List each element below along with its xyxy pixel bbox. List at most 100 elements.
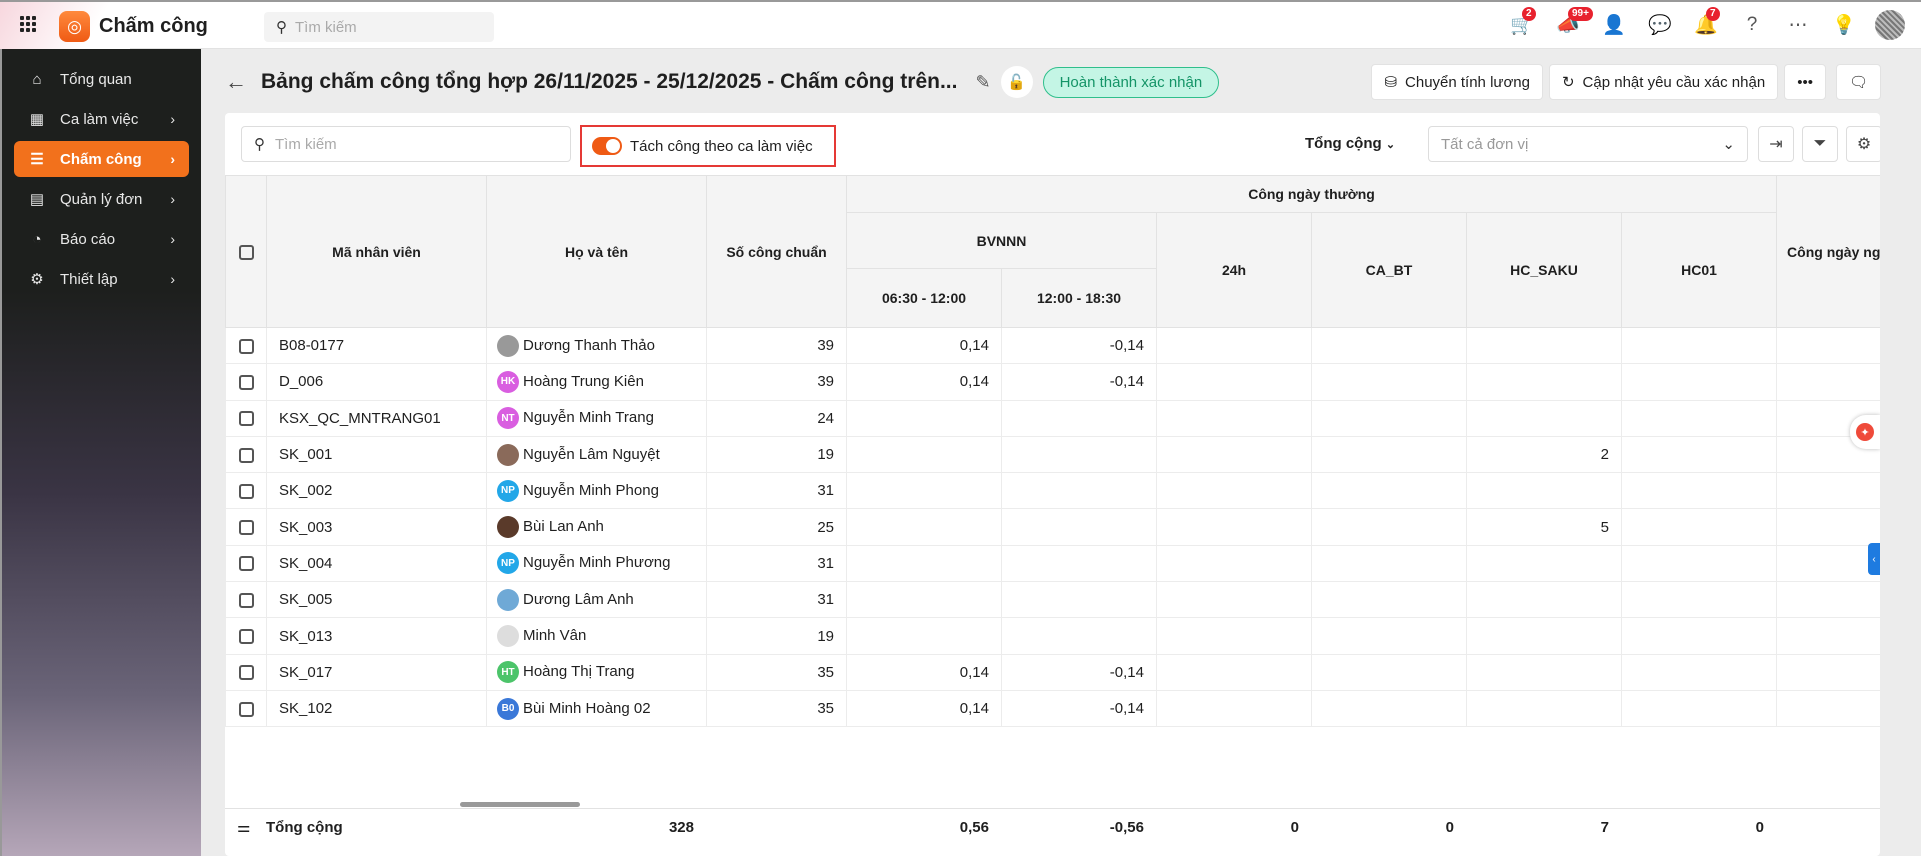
employee-name: Nguyễn Minh Phong [523,481,659,499]
work-value: 2 [1466,435,1622,474]
header-employee-code[interactable]: Mã nhân viên [266,175,487,328]
row-checkbox[interactable] [238,629,254,645]
app-grid-icon[interactable] [20,16,36,32]
header-hc-saku: HC_SAKU [1466,212,1622,328]
work-value: -0,14 [1001,363,1157,401]
work-value [1311,544,1467,583]
help-icon[interactable]: ? [1737,10,1767,40]
table-row[interactable]: SK_004 NP Nguyễn Minh Phương 31 [225,544,1880,583]
table-row[interactable]: B08-0177 Dương Thanh Thảo 39 0,14 -0,14 [225,326,1880,365]
footer-total-value: 0,56 [959,818,989,836]
back-arrow-icon[interactable]: ← [225,69,247,95]
bell-icon[interactable]: 🔔 7 [1691,7,1721,40]
row-checkbox[interactable] [238,556,254,572]
employee-name: Nguyễn Lâm Nguyệt [523,445,660,463]
assistant-button[interactable]: ✦ [1850,415,1880,449]
nav-icon: ▤ [29,191,45,208]
employee-name: Dương Lâm Anh [523,590,634,608]
row-checkbox[interactable] [238,665,254,681]
row-checkbox[interactable] [238,483,254,499]
total-dropdown[interactable]: Tổng cộng ⌄ [1305,135,1395,152]
header-standard-days[interactable]: Số công chuẩn [706,175,847,328]
work-value: -0,14 [1001,689,1157,728]
table-row[interactable]: SK_013 Minh Vân 19 [225,617,1880,655]
columns-adjust-icon[interactable]: ⚌ [237,818,250,836]
page-header: ← Bảng chấm công tổng hợp 26/11/2025 - 2… [225,64,1881,100]
standard-days: 39 [706,363,847,401]
table-row[interactable]: SK_005 Dương Lâm Anh 31 [225,581,1880,619]
row-checkbox[interactable] [238,447,254,463]
table-row[interactable]: SK_017 HT Hoàng Thị Trang 35 0,14 -0,14 [225,653,1880,691]
comment-icon[interactable]: 🗨 [1835,64,1881,100]
employee-code: SK_017 [266,653,487,691]
table-row[interactable]: SK_003 Bùi Lan Anh 25 5 [225,508,1880,546]
sidebar-item-2[interactable]: ☰ Chấm công › [14,141,189,177]
row-checkbox[interactable] [238,374,254,390]
megaphone-icon[interactable]: 📣 99+ [1553,7,1593,40]
row-checkbox[interactable] [238,411,254,427]
work-value [1620,363,1778,401]
work-value [1620,399,1778,437]
row-select-cell [225,399,267,437]
header-hc01: HC01 [1620,212,1778,328]
work-value [1311,435,1467,474]
horizontal-scrollbar[interactable] [460,802,580,807]
row-checkbox[interactable] [238,701,254,717]
transfer-payroll-button[interactable]: ⛁ Chuyển tính lương [1371,64,1543,100]
header-name[interactable]: Họ và tên [486,175,707,328]
table-search-input[interactable]: ⚲ Tìm kiếm [241,126,571,162]
unit-select[interactable]: Tất cả đơn vị ⌄ [1428,126,1748,162]
sidebar-item-4[interactable]: ◔ Báo cáo › [14,221,189,257]
chat-icon[interactable]: 💬 [1645,10,1675,40]
add-user-icon[interactable]: 👤 [1599,10,1629,40]
toggle-switch[interactable] [592,137,622,155]
work-value [846,472,1002,510]
avatar [497,516,519,539]
work-value [1156,363,1312,401]
transfer-payroll-label: Chuyển tính lương [1405,73,1530,91]
split-by-shift-toggle[interactable]: Tách công theo ca làm việc [580,125,836,167]
table-row[interactable]: SK_102 B0 Bùi Minh Hoàng 02 35 0,14 -0,14 [225,689,1880,728]
pencil-icon[interactable]: ✎ [975,72,990,93]
table-row[interactable]: D_006 HK Hoàng Trung Kiên 39 0,14 -0,14 [225,363,1880,401]
export-icon[interactable]: ⇥ [1758,126,1794,162]
idea-icon[interactable]: 💡 [1829,10,1859,40]
sidebar-item-1[interactable]: ▦ Ca làm việc › [14,101,189,137]
update-confirm-request-button[interactable]: ↻ Cập nhật yêu cầu xác nhận [1548,64,1779,100]
refresh-icon: ↻ [1561,74,1575,91]
select-all-checkbox[interactable] [238,244,254,260]
filter-icon[interactable]: ⏷ [1802,126,1838,162]
unlock-icon[interactable]: 🔓 [1000,66,1033,98]
timesheet-card: ⚲ Tìm kiếm Tách công theo ca làm việc Tổn… [225,113,1880,856]
table-row[interactable]: SK_002 NP Nguyễn Minh Phong 31 [225,472,1880,510]
standard-days: 25 [706,508,847,546]
global-search-input[interactable]: ⚲ Tìm kiếm [264,12,494,42]
avatar: NP [497,479,519,502]
collapse-panel-tab[interactable]: ‹ [1868,543,1880,575]
sidebar-item-0[interactable]: ⌂ Tổng quan [14,61,189,97]
more-actions-button[interactable]: ••• [1784,64,1826,100]
work-value: 0,14 [846,653,1002,691]
row-checkbox[interactable] [238,338,254,354]
sidebar-item-3[interactable]: ▤ Quản lý đơn › [14,181,189,217]
footer-total-value: 0 [1445,818,1454,836]
sidebar-item-label: Quản lý đơn [60,190,143,208]
select-all-header [225,175,267,328]
table-row[interactable]: KSX_QC_MNTRANG01 NT Nguyễn Minh Trang 24 [225,399,1880,437]
nav-icon: ⌂ [32,70,42,88]
table-row[interactable]: SK_001 Nguyễn Lâm Nguyệt 19 2 [225,435,1880,474]
work-value [1311,399,1467,437]
row-checkbox[interactable] [238,592,254,608]
settings-icon[interactable]: ⚙ [1846,126,1880,162]
search-icon: ⚲ [276,19,287,36]
cart-icon[interactable]: 🛒 2 [1507,7,1537,40]
work-value [1156,435,1312,474]
work-value [1156,472,1312,510]
nav-icon: ⚙ [30,271,44,288]
row-checkbox[interactable] [238,520,254,536]
footer-total-value: 0 [1755,818,1764,836]
user-avatar[interactable] [1875,10,1905,40]
sidebar-item-5[interactable]: ⚙ Thiết lập › [14,261,189,297]
employee-name: Minh Vân [523,626,587,644]
more-icon[interactable]: ⋯ [1783,10,1813,40]
